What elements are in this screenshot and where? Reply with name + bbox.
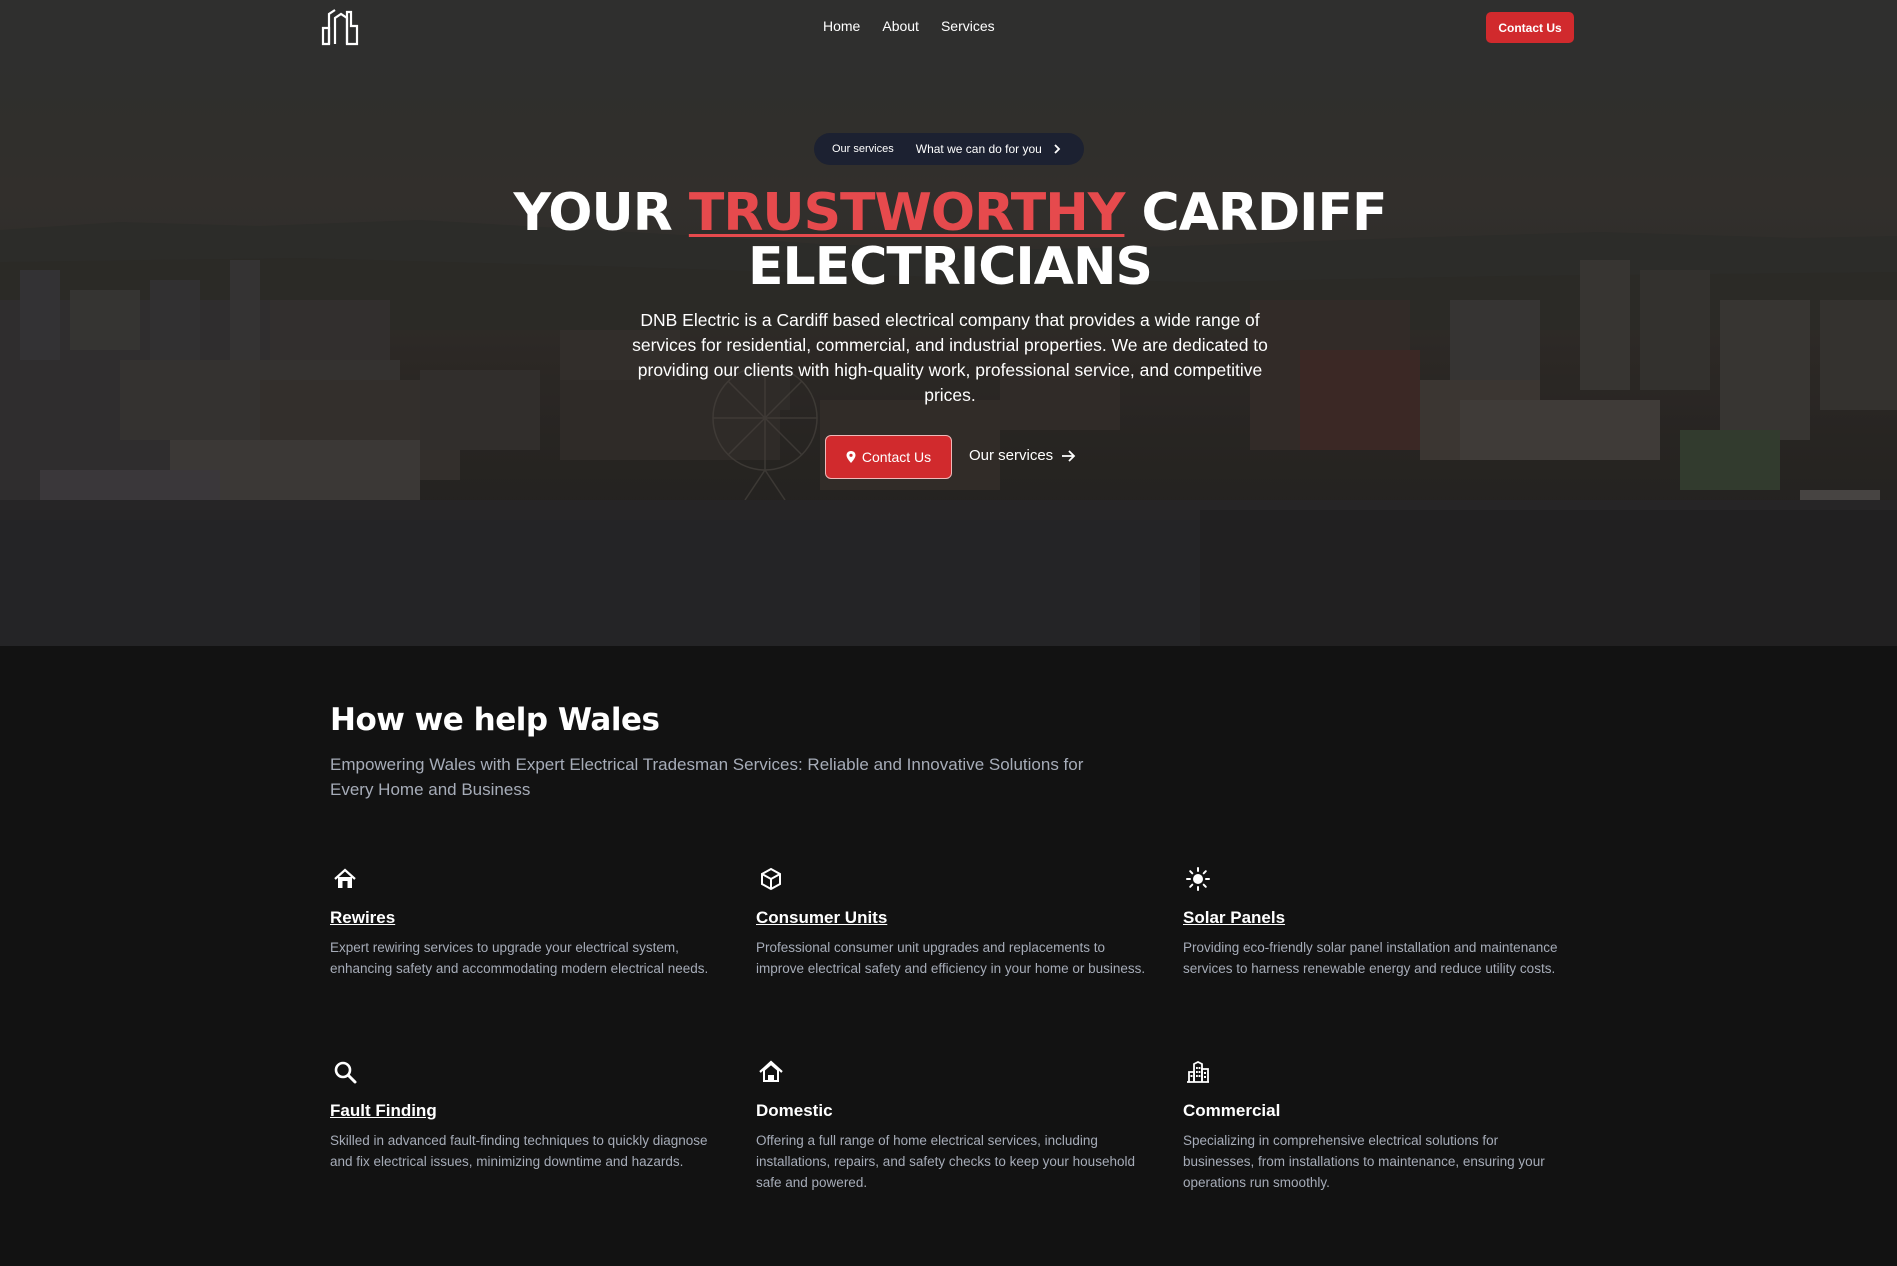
chevron-right-icon bbox=[1054, 144, 1061, 154]
pill-label: Our services bbox=[832, 143, 894, 155]
service-card-consumer-units: Consumer Units Professional consumer uni… bbox=[756, 864, 1146, 979]
service-title: Commercial bbox=[1183, 1101, 1281, 1120]
title-before: YOUR bbox=[513, 183, 689, 243]
service-card-commercial: Commercial Specializing in comprehensive… bbox=[1183, 1057, 1573, 1193]
hero-title: YOUR TRUSTWORTHY CARDIFF ELECTRICIANS bbox=[440, 186, 1460, 294]
service-description: Skilled in advanced fault-finding techni… bbox=[330, 1133, 708, 1169]
service-card-rewires: Rewires Expert rewiring services to upgr… bbox=[330, 864, 720, 979]
cube-icon bbox=[761, 867, 781, 891]
nav-home-link[interactable]: Home bbox=[823, 18, 860, 34]
service-description: Providing eco-friendly solar panel insta… bbox=[1183, 940, 1558, 976]
hero-contact-button[interactable]: Contact Us bbox=[825, 435, 952, 479]
nav-contact-button[interactable]: Contact Us bbox=[1486, 12, 1574, 43]
service-description: Professional consumer unit upgrades and … bbox=[756, 940, 1146, 976]
arrow-right-icon bbox=[1062, 449, 1076, 462]
service-description: Offering a full range of home electrical… bbox=[756, 1133, 1135, 1190]
service-card-fault-finding: Fault Finding Skilled in advanced fault-… bbox=[330, 1057, 720, 1172]
service-title[interactable]: Consumer Units bbox=[756, 908, 1146, 928]
hero-services-label: Our services bbox=[969, 447, 1054, 464]
services-section: How we help Wales Empowering Wales with … bbox=[0, 646, 1897, 1266]
service-description: Expert rewiring services to upgrade your… bbox=[330, 940, 709, 976]
services-subtitle: Empowering Wales with Expert Electrical … bbox=[330, 755, 1084, 799]
pill-text: What we can do for you bbox=[915, 142, 1042, 156]
title-accent: TRUSTWORTHY bbox=[688, 183, 1126, 243]
sun-icon bbox=[1186, 867, 1210, 891]
service-title[interactable]: Fault Finding bbox=[330, 1101, 720, 1121]
service-description: Specializing in comprehensive electrical… bbox=[1183, 1133, 1545, 1190]
nav-links: Home About Services bbox=[823, 18, 995, 34]
dnb-logo[interactable] bbox=[320, 8, 360, 46]
service-title[interactable]: Rewires bbox=[330, 908, 720, 928]
services-pill[interactable]: Our services What we can do for you bbox=[814, 133, 1084, 165]
service-card-solar-panels: Solar Panels Providing eco-friendly sola… bbox=[1183, 864, 1573, 979]
home-icon bbox=[759, 1060, 783, 1082]
search-icon bbox=[334, 1061, 357, 1084]
nav-about-link[interactable]: About bbox=[882, 18, 919, 34]
top-navigation: Home About Services Contact Us bbox=[0, 0, 1897, 56]
service-title: Domestic bbox=[756, 1101, 833, 1120]
hero-description: DNB Electric is a Cardiff based electric… bbox=[632, 310, 1268, 405]
hero-contact-label: Contact Us bbox=[861, 449, 932, 465]
service-card-domestic: Domestic Offering a full range of home e… bbox=[756, 1057, 1146, 1193]
services-title: How we help Wales bbox=[330, 702, 660, 738]
nav-services-link[interactable]: Services bbox=[941, 18, 995, 34]
service-title[interactable]: Solar Panels bbox=[1183, 908, 1573, 928]
location-pin-icon bbox=[846, 451, 856, 463]
building-icon bbox=[1187, 1060, 1209, 1083]
hero-services-link[interactable]: Our services bbox=[969, 447, 1076, 464]
house-icon bbox=[334, 868, 356, 888]
